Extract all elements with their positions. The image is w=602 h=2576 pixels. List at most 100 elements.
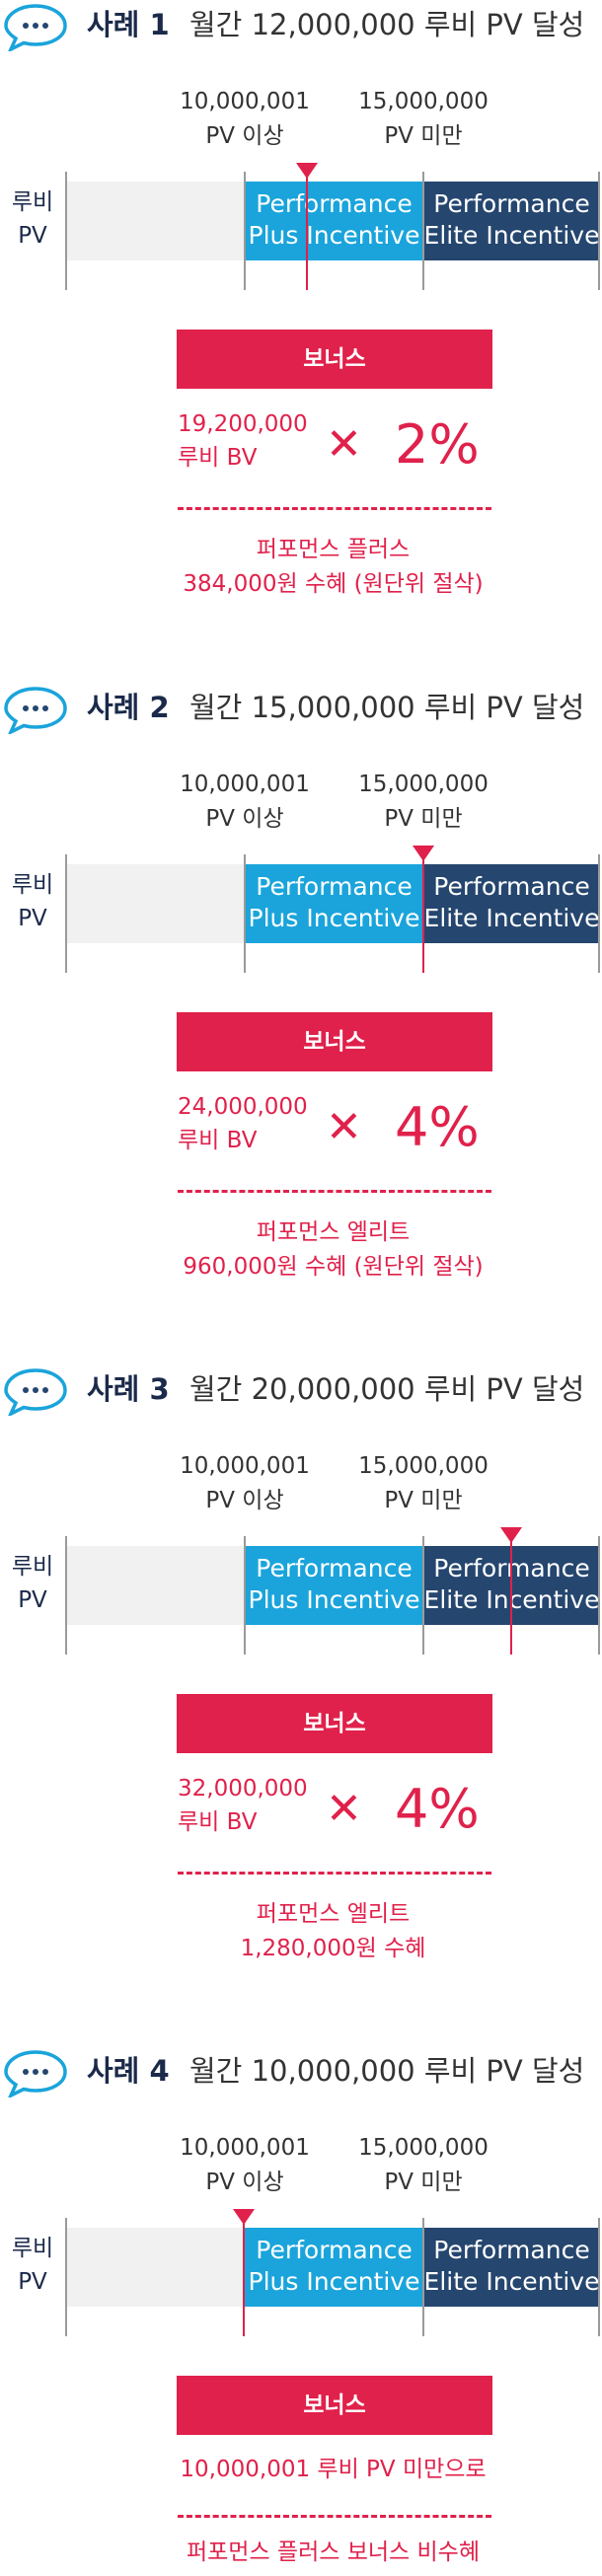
- case-1: 사례 1 월간 12,000,000 루비 PV 달성 10,000,001 P…: [0, 0, 602, 681]
- speech-bubble-icon: [4, 2050, 67, 2098]
- divider-line: [598, 1536, 600, 1655]
- result-type: 퍼포먼스 플러스 보너스 비수혜: [186, 2539, 480, 2565]
- below-threshold-segment: [67, 182, 245, 260]
- divider-line: [598, 2218, 600, 2336]
- plus-label-line1: Performance: [256, 189, 413, 218]
- speech-bubble-icon: [4, 4, 67, 51]
- bonus-banner: 보너스: [177, 330, 492, 389]
- plus-label-line1: Performance: [256, 1554, 413, 1582]
- plus-label-line2: Plus Incentive: [248, 221, 420, 250]
- case-subtitle: 월간 10,000,000 루비 PV 달성: [189, 2054, 585, 2088]
- multiply-icon: ✕: [326, 1784, 362, 1834]
- below-threshold-segment: [67, 2228, 245, 2307]
- plus-incentive-segment: Performance Plus Incentive: [245, 2228, 423, 2307]
- elite-incentive-segment: Performance Elite Incentive: [423, 864, 600, 943]
- divider-line: [65, 172, 67, 290]
- threshold-upper-condition: PV 미만: [384, 123, 463, 149]
- threshold-lower-value: 10,000,001: [180, 2135, 310, 2161]
- bv-amount-value: 19,200,000: [178, 411, 308, 437]
- ruby-bv-amount: 32,000,000 루비 BV: [178, 1772, 308, 1839]
- bonus-banner: 보너스: [177, 2376, 492, 2435]
- elite-label-line1: Performance: [433, 2236, 590, 2264]
- ruby-pv-axis-label: 루비 PV: [0, 2232, 65, 2299]
- ruby-bv-amount: 24,000,000 루비 BV: [178, 1090, 308, 1157]
- axis-label-line2: PV: [18, 223, 47, 249]
- axis-label-line1: 루비: [11, 872, 54, 898]
- multiply-icon: ✕: [326, 1102, 362, 1152]
- threshold-upper-value: 15,000,000: [358, 89, 489, 114]
- threshold-upper-label: 15,000,000 PV 미만: [354, 85, 492, 154]
- bv-amount-label: 루비 BV: [178, 445, 258, 471]
- case-header: 사례 4 월간 10,000,000 루비 PV 달성: [0, 2046, 602, 2098]
- speech-bubble-icon: [4, 1368, 67, 1416]
- elite-label-line2: Elite Incentive: [423, 2267, 600, 2296]
- threshold-upper-label: 15,000,000 PV 미만: [354, 2131, 492, 2200]
- threshold-lower-condition: PV 이상: [205, 806, 284, 832]
- result-type: 퍼포먼스 플러스: [256, 537, 411, 562]
- ruby-bv-amount: 19,200,000 루비 BV: [178, 407, 308, 475]
- dashed-separator: [178, 1872, 491, 1875]
- plus-label-line2: Plus Incentive: [248, 1585, 420, 1614]
- plus-label-line1: Performance: [256, 2236, 413, 2264]
- threshold-lower-label: 10,000,001 PV 이상: [176, 85, 314, 154]
- bv-amount-value: 24,000,000: [178, 1094, 308, 1120]
- threshold-upper-value: 15,000,000: [358, 772, 489, 797]
- divider-line: [244, 1536, 246, 1655]
- divider-line: [598, 172, 600, 290]
- case-3: 사례 3 월간 20,000,000 루비 PV 달성 10,000,001 P…: [0, 1364, 602, 2045]
- multiply-icon: ✕: [326, 419, 362, 470]
- bonus-rate: 2%: [395, 413, 480, 476]
- threshold-lower-condition: PV 이상: [205, 2170, 284, 2195]
- bonus-banner: 보너스: [177, 1012, 492, 1071]
- bonus-result: 퍼포먼스 엘리트 960,000원 수혜 (원단위 절삭): [0, 1215, 602, 1285]
- axis-label-line2: PV: [18, 906, 47, 931]
- threshold-upper-condition: PV 미만: [384, 806, 463, 832]
- bonus-result: 퍼포먼스 플러스 보너스 비수혜: [0, 2536, 602, 2570]
- divider-line: [65, 2218, 67, 2336]
- divider-line: [598, 854, 600, 973]
- result-amount: 1,280,000원 수혜: [240, 1936, 426, 1961]
- axis-label-line1: 루비: [11, 1554, 54, 1580]
- dashed-separator: [178, 1190, 491, 1193]
- case-header: 사례 3 월간 20,000,000 루비 PV 달성: [0, 1364, 602, 1416]
- plus-incentive-segment: Performance Plus Incentive: [245, 864, 423, 943]
- threshold-upper-value: 15,000,000: [358, 1453, 489, 1479]
- elite-incentive-segment: Performance Elite Incentive: [423, 2228, 600, 2307]
- case-subtitle: 월간 12,000,000 루비 PV 달성: [189, 8, 585, 41]
- case-title: 사례 2: [87, 691, 170, 724]
- dashed-separator: [178, 507, 491, 510]
- threshold-lower-label: 10,000,001 PV 이상: [176, 2131, 314, 2200]
- case-subtitle: 월간 15,000,000 루비 PV 달성: [189, 691, 585, 724]
- axis-label-line1: 루비: [11, 2236, 54, 2261]
- plus-incentive-segment: Performance Plus Incentive: [245, 1546, 423, 1625]
- plus-incentive-segment: Performance Plus Incentive: [245, 182, 423, 260]
- divider-line: [422, 172, 424, 290]
- plus-label-line2: Plus Incentive: [248, 2267, 420, 2296]
- below-threshold-segment: [67, 1546, 245, 1625]
- bonus-rate: 4%: [395, 1096, 480, 1158]
- result-type: 퍼포먼스 엘리트: [256, 1901, 411, 1927]
- speech-bubble-icon: [4, 687, 67, 734]
- bv-amount-value: 32,000,000: [178, 1776, 308, 1802]
- threshold-lower-condition: PV 이상: [205, 1488, 284, 1513]
- axis-label-line1: 루비: [11, 189, 54, 215]
- pv-marker-line: [422, 858, 424, 973]
- axis-label-line2: PV: [18, 2269, 47, 2295]
- divider-line: [244, 172, 246, 290]
- divider-line: [422, 2218, 424, 2336]
- result-amount: 384,000원 수혜 (원단위 절삭): [183, 571, 484, 597]
- threshold-lower-label: 10,000,001 PV 이상: [176, 1449, 314, 1518]
- threshold-upper-label: 15,000,000 PV 미만: [354, 1449, 492, 1518]
- threshold-lower-value: 10,000,001: [180, 89, 310, 114]
- threshold-lower-label: 10,000,001 PV 이상: [176, 768, 314, 837]
- threshold-lower-condition: PV 이상: [205, 123, 284, 149]
- threshold-upper-condition: PV 미만: [384, 1488, 463, 1513]
- case-header: 사례 2 월간 15,000,000 루비 PV 달성: [0, 683, 602, 734]
- threshold-upper-label: 15,000,000 PV 미만: [354, 768, 492, 837]
- elite-label-line1: Performance: [433, 872, 590, 901]
- threshold-lower-value: 10,000,001: [180, 772, 310, 797]
- pv-marker-line: [243, 2222, 245, 2336]
- elite-label-line1: Performance: [433, 189, 590, 218]
- divider-line: [65, 854, 67, 973]
- threshold-upper-value: 15,000,000: [358, 2135, 489, 2161]
